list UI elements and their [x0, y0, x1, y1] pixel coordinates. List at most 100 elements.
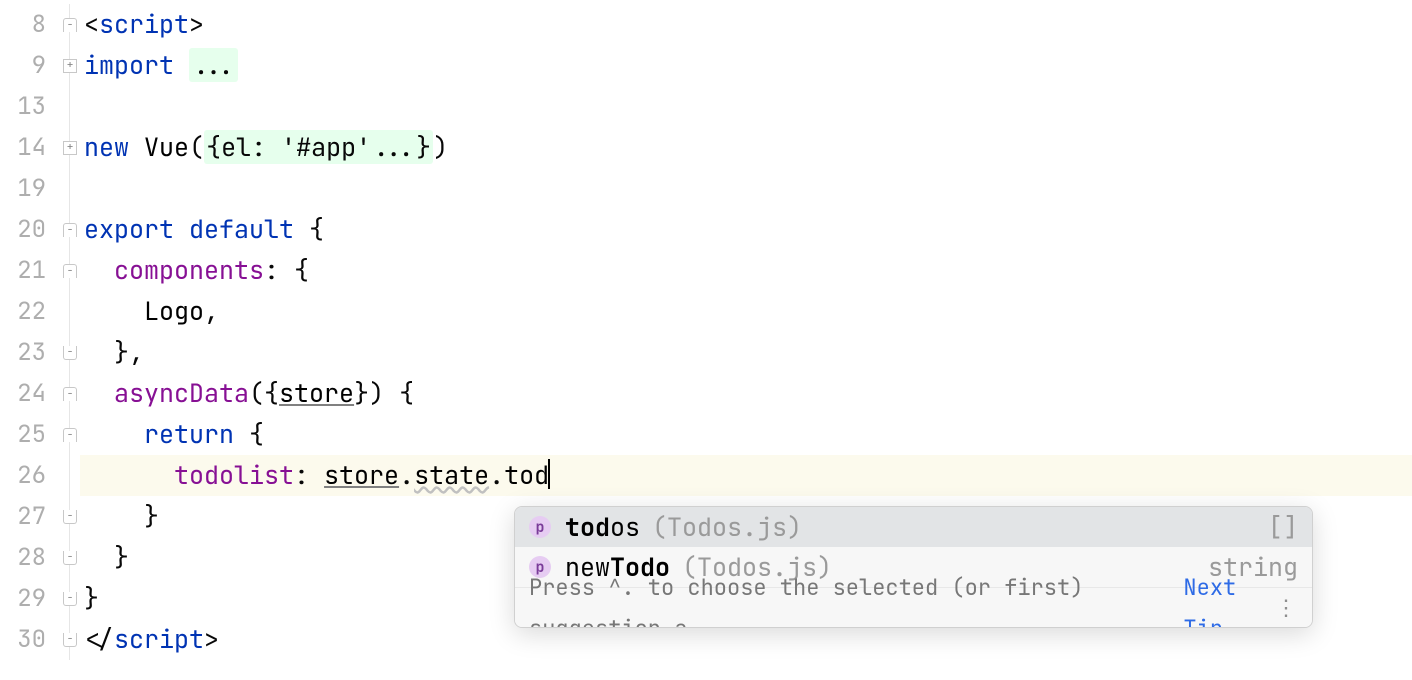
code-token: < [84, 7, 99, 41]
line-number: 23 [0, 332, 60, 373]
code-token: ( [189, 130, 204, 164]
folded-region[interactable]: {el: '#app'...} [204, 130, 433, 164]
code-token [84, 253, 114, 287]
code-token [174, 48, 189, 82]
completion-type: [] [1268, 507, 1298, 548]
code-line[interactable] [80, 168, 1412, 209]
code-token [84, 417, 144, 451]
code-token: asyncData [114, 376, 249, 410]
completion-label: todos [565, 507, 640, 548]
line-number: 28 [0, 537, 60, 578]
code-token [84, 458, 174, 492]
code-token: : { [264, 253, 309, 287]
next-tip-link[interactable]: Next Tip [1183, 567, 1275, 629]
code-token: store [324, 458, 399, 492]
code-token [84, 499, 144, 533]
line-number: 29 [0, 578, 60, 619]
line-number: 19 [0, 168, 60, 209]
line-number: 14 [0, 127, 60, 168]
text-caret [548, 459, 550, 489]
more-options-icon[interactable]: ⋮ [1275, 587, 1298, 628]
code-token: state [414, 458, 489, 492]
fold-toggle-icon[interactable]: − [63, 223, 77, 237]
code-line[interactable]: new Vue({el: '#app'...}) [80, 127, 1412, 168]
code-token: ) [433, 130, 448, 164]
line-number: 26 [0, 455, 60, 496]
code-token: return [144, 417, 234, 451]
code-line[interactable]: todolist: store.state.tod [80, 455, 1412, 496]
code-line[interactable]: return { [80, 414, 1412, 455]
fold-end-icon[interactable]: − [63, 510, 77, 524]
code-line[interactable] [80, 86, 1412, 127]
folded-region[interactable]: ... [189, 48, 238, 82]
completion-popup[interactable]: p todos (Todos.js) [] p newTodo (Todos.j… [514, 506, 1313, 628]
fold-end-icon[interactable]: − [63, 346, 77, 360]
fold-end-icon[interactable]: − [63, 551, 77, 565]
line-number: 8 [0, 4, 60, 45]
code-token: store [279, 376, 354, 410]
code-token: , [204, 294, 219, 328]
line-number: 27 [0, 496, 60, 537]
code-token: import [84, 48, 174, 82]
code-token: ({ [249, 376, 279, 410]
code-token [84, 294, 144, 328]
code-line[interactable]: <script> [80, 4, 1412, 45]
code-token [84, 540, 114, 574]
completion-item[interactable]: p todos (Todos.js) [] [515, 507, 1312, 547]
code-token: }, [114, 335, 144, 369]
code-line[interactable]: asyncData({store}) { [80, 373, 1412, 414]
code-token: default [189, 212, 309, 246]
code-token: } [144, 499, 159, 533]
code-line[interactable]: Logo, [80, 291, 1412, 332]
code-token: export [84, 212, 189, 246]
code-token [84, 376, 114, 410]
code-token: new [84, 130, 129, 164]
line-number: 21 [0, 250, 60, 291]
code-token: { [234, 417, 264, 451]
line-number: 22 [0, 291, 60, 332]
fold-end-icon[interactable]: − [63, 633, 77, 647]
line-number: 20 [0, 209, 60, 250]
line-number: 24 [0, 373, 60, 414]
line-number: 25 [0, 414, 60, 455]
code-line[interactable]: components: { [80, 250, 1412, 291]
code-token: { [384, 376, 414, 410]
fold-toggle-icon[interactable]: − [63, 264, 77, 278]
property-icon: p [529, 516, 551, 538]
code-token [129, 130, 144, 164]
code-line[interactable]: }, [80, 332, 1412, 373]
line-number: 13 [0, 86, 60, 127]
code-token [84, 335, 114, 369]
code-token: components [114, 253, 264, 287]
line-number: 9 [0, 45, 60, 86]
fold-end-icon[interactable]: − [63, 592, 77, 606]
code-token: todolist [174, 458, 294, 492]
code-token: . [489, 458, 504, 492]
code-line[interactable]: import ... [80, 45, 1412, 86]
code-token: : [294, 458, 324, 492]
fold-toggle-icon[interactable]: − [63, 387, 77, 401]
code-token: Vue [144, 130, 189, 164]
code-token: </ [84, 622, 114, 656]
code-token: > [189, 7, 204, 41]
fold-toggle-icon[interactable]: − [63, 428, 77, 442]
code-token: }) [354, 376, 384, 410]
code-token: } [84, 581, 99, 615]
code-token: script [99, 7, 189, 41]
line-number: 30 [0, 619, 60, 660]
code-token: { [309, 212, 324, 246]
code-token: Logo [144, 294, 204, 328]
completion-hint: Press ^. to choose the selected (or firs… [515, 587, 1312, 627]
fold-toggle-icon[interactable]: − [63, 18, 77, 32]
fold-column: − + + − − − − − − − − − [60, 0, 80, 680]
code-line[interactable]: export default { [80, 209, 1412, 250]
code-token: tod [504, 458, 549, 492]
fold-toggle-icon[interactable]: + [63, 59, 77, 73]
code-token: } [114, 540, 129, 574]
line-number-gutter: 8 9 13 14 19 20 21 22 23 24 25 26 27 28 … [0, 0, 60, 680]
code-token: > [204, 622, 219, 656]
fold-toggle-icon[interactable]: + [63, 141, 77, 155]
code-token: . [399, 458, 414, 492]
completion-location: (Todos.js) [652, 507, 802, 548]
completion-hint-text: Press ^. to choose the selected (or firs… [529, 567, 1181, 629]
